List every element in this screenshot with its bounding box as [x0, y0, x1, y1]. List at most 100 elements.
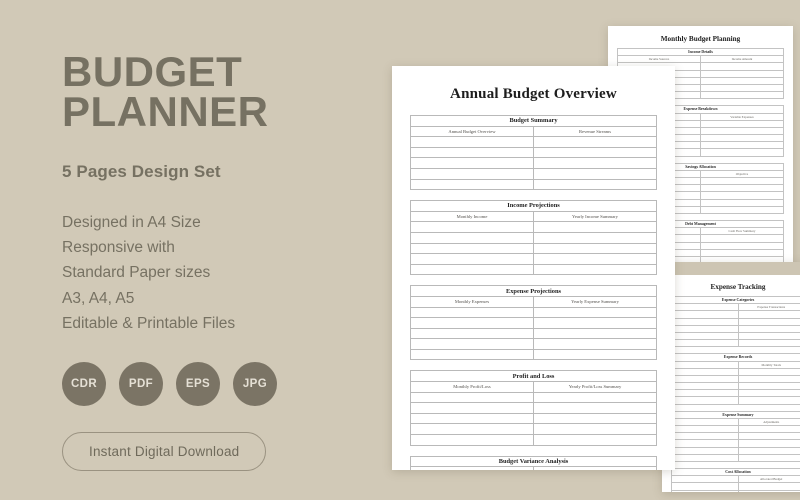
table-row[interactable]	[671, 374, 800, 384]
entry-cell[interactable]	[737, 439, 800, 448]
entry-cell[interactable]	[410, 402, 534, 414]
entry-cell[interactable]	[671, 374, 739, 384]
entry-cell[interactable]	[410, 263, 534, 276]
main-sheet-annual-budget-overview[interactable]: Annual Budget Overview Budget Summary Ann…	[392, 66, 675, 470]
entry-cell[interactable]	[700, 241, 784, 250]
table-row[interactable]	[671, 432, 800, 441]
entry-cell[interactable]	[533, 434, 657, 446]
table-row[interactable]	[410, 253, 657, 265]
entry-cell[interactable]	[410, 306, 534, 319]
entry-cell[interactable]	[671, 310, 739, 319]
entry-cell[interactable]	[533, 423, 657, 436]
entry-cell[interactable]	[533, 306, 657, 319]
entry-cell[interactable]	[410, 231, 534, 244]
entry-cell[interactable]	[533, 242, 657, 255]
entry-cell[interactable]	[700, 126, 784, 136]
entry-cell[interactable]	[700, 76, 784, 85]
entry-cell[interactable]	[737, 367, 800, 376]
entry-cell[interactable]	[700, 119, 784, 128]
table-row[interactable]	[671, 331, 800, 341]
entry-cell[interactable]	[533, 146, 657, 159]
entry-cell[interactable]	[700, 69, 784, 78]
entry-cell[interactable]	[737, 382, 800, 391]
table-row[interactable]	[410, 338, 657, 350]
entry-cell[interactable]	[410, 146, 534, 159]
entry-cell[interactable]	[533, 157, 657, 169]
table-row[interactable]	[410, 167, 657, 180]
entry-cell[interactable]	[700, 134, 784, 143]
entry-cell[interactable]	[671, 446, 739, 455]
entry-cell[interactable]	[737, 331, 800, 341]
entry-cell[interactable]	[533, 178, 657, 191]
table-row[interactable]	[410, 231, 657, 244]
entry-cell[interactable]	[410, 157, 534, 169]
table-row[interactable]	[671, 389, 800, 398]
entry-cell[interactable]	[410, 178, 534, 191]
table-row[interactable]	[671, 453, 800, 462]
table-row[interactable]	[671, 396, 800, 405]
entry-cell[interactable]	[700, 148, 784, 157]
entry-cell[interactable]	[671, 382, 739, 391]
entry-cell[interactable]	[533, 231, 657, 244]
entry-cell[interactable]	[410, 348, 534, 361]
entry-cell[interactable]	[533, 338, 657, 350]
entry-cell[interactable]	[700, 205, 784, 214]
table-row[interactable]	[410, 348, 657, 361]
entry-cell[interactable]	[737, 317, 800, 326]
table-row[interactable]	[410, 178, 657, 191]
entry-cell[interactable]	[533, 253, 657, 265]
entry-cell[interactable]	[671, 396, 739, 405]
table-row[interactable]	[671, 439, 800, 448]
entry-cell[interactable]	[671, 482, 739, 491]
entry-cell[interactable]	[533, 317, 657, 329]
entry-cell[interactable]	[671, 432, 739, 441]
entry-cell[interactable]	[533, 263, 657, 276]
entry-cell[interactable]	[671, 389, 739, 398]
entry-cell[interactable]	[410, 391, 534, 404]
table-row[interactable]	[410, 221, 657, 233]
entry-cell[interactable]	[671, 317, 739, 326]
table-row[interactable]	[410, 306, 657, 319]
entry-cell[interactable]	[671, 324, 739, 333]
table-row[interactable]	[671, 382, 800, 391]
entry-cell[interactable]	[737, 389, 800, 398]
table-row[interactable]	[671, 324, 800, 333]
entry-cell[interactable]	[533, 167, 657, 180]
table-row[interactable]	[410, 412, 657, 425]
table-row[interactable]	[410, 391, 657, 404]
entry-cell[interactable]	[700, 62, 784, 71]
entry-cell[interactable]	[410, 412, 534, 425]
entry-cell[interactable]	[737, 310, 800, 319]
table-row[interactable]	[671, 489, 800, 492]
entry-cell[interactable]	[671, 489, 739, 492]
entry-cell[interactable]	[671, 453, 739, 462]
entry-cell[interactable]	[700, 176, 784, 186]
entry-cell[interactable]	[533, 136, 657, 148]
table-row[interactable]	[410, 157, 657, 169]
table-row[interactable]	[410, 423, 657, 436]
entry-cell[interactable]	[410, 327, 534, 340]
entry-cell[interactable]	[410, 317, 534, 329]
entry-cell[interactable]	[410, 167, 534, 180]
table-row[interactable]	[410, 327, 657, 340]
entry-cell[interactable]	[700, 198, 784, 207]
entry-cell[interactable]	[533, 221, 657, 233]
entry-cell[interactable]	[671, 424, 739, 434]
entry-cell[interactable]	[533, 402, 657, 414]
table-row[interactable]	[671, 482, 800, 491]
preview-sheet-expense-tracking[interactable]: Expense Tracking Expense Categories Expen…	[662, 262, 800, 492]
entry-cell[interactable]	[737, 489, 800, 492]
entry-cell[interactable]	[700, 248, 784, 257]
table-row[interactable]	[671, 317, 800, 326]
table-row[interactable]	[410, 242, 657, 255]
entry-cell[interactable]	[737, 374, 800, 384]
entry-cell[interactable]	[533, 327, 657, 340]
entry-cell[interactable]	[700, 141, 784, 150]
table-row[interactable]	[671, 367, 800, 376]
entry-cell[interactable]	[533, 391, 657, 404]
entry-cell[interactable]	[410, 434, 534, 446]
entry-cell[interactable]	[737, 453, 800, 462]
entry-cell[interactable]	[737, 424, 800, 434]
entry-cell[interactable]	[737, 432, 800, 441]
entry-cell[interactable]	[533, 348, 657, 361]
